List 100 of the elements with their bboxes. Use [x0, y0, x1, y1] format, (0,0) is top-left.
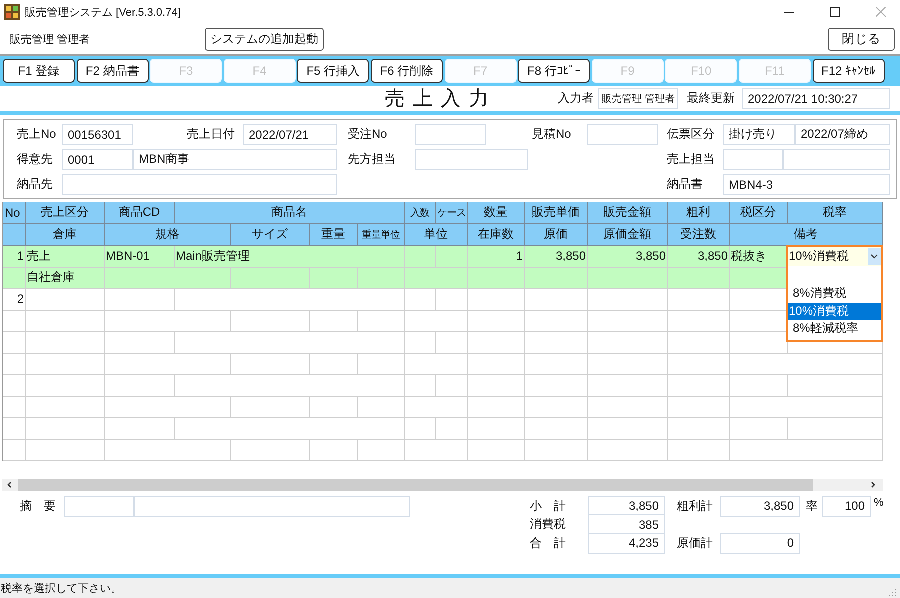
- table-cell: [405, 396, 468, 418]
- text-field[interactable]: [415, 124, 486, 145]
- table-cell: [668, 289, 730, 310]
- text-field[interactable]: MBN商事: [133, 149, 337, 170]
- value-field: 3,850: [588, 496, 665, 517]
- table-cell: [405, 310, 468, 332]
- dropdown-option[interactable]: 8%消費税: [788, 285, 881, 302]
- table-cell: [525, 289, 588, 310]
- function-key-button[interactable]: F8 行ｺﾋﾟｰ: [518, 59, 590, 83]
- tax-rate-combo[interactable]: 10%消費税: [788, 247, 881, 266]
- table-cell: [310, 440, 358, 461]
- table-cell: [668, 354, 730, 375]
- table-cell: 自社倉庫: [26, 268, 105, 289]
- table-cell: [525, 375, 588, 396]
- field-label: 小 計: [530, 498, 567, 515]
- status-text: 税率を選択して下さい。: [1, 582, 122, 596]
- text-field[interactable]: [134, 496, 410, 517]
- table-cell: [525, 440, 588, 461]
- entered-by-field: 販売管理 管理者: [598, 88, 678, 109]
- table-cell: [358, 310, 405, 332]
- field-label: 伝票区分: [666, 126, 716, 143]
- table-cell: [310, 310, 358, 332]
- table-cell: [668, 396, 730, 418]
- table-cell: [3, 396, 26, 418]
- table-cell: [3, 440, 26, 461]
- close-button[interactable]: 閉じる: [828, 28, 895, 50]
- table-cell: [105, 289, 175, 310]
- table-cell: [3, 310, 26, 332]
- table-cell: [405, 418, 436, 440]
- table-cell: [3, 354, 26, 375]
- table-cell: [525, 354, 588, 375]
- field-label: 得意先: [16, 151, 54, 168]
- value-field: 100: [822, 496, 871, 517]
- launch-button[interactable]: システムの追加起動: [205, 28, 324, 50]
- table-cell: [525, 268, 588, 289]
- table-cell: [468, 418, 525, 440]
- table-cell: [436, 375, 468, 396]
- dropdown-option[interactable]: 8%軽減税率: [788, 320, 881, 338]
- table-cell: [358, 440, 405, 461]
- close-icon[interactable]: [876, 7, 886, 17]
- table-cell: [468, 289, 525, 310]
- table-cell: [310, 396, 358, 418]
- dropdown-option[interactable]: 10%消費税: [788, 302, 881, 320]
- table-cell: [3, 418, 26, 440]
- text-field[interactable]: 2022/07/21: [243, 124, 337, 145]
- table-cell: [3, 332, 26, 354]
- function-key-button[interactable]: F12 ｷｬﾝｾﾙ: [812, 59, 885, 83]
- table-cell: [358, 268, 405, 289]
- text-field[interactable]: 2022/07締め: [795, 124, 890, 145]
- table-cell: [436, 289, 468, 310]
- text-field[interactable]: [783, 149, 890, 170]
- entered-by-label: 入力者: [558, 90, 595, 107]
- function-key-button[interactable]: F6 行削除: [370, 59, 443, 83]
- text-field[interactable]: [587, 124, 658, 145]
- text-field[interactable]: [62, 174, 337, 195]
- table-cell: [468, 440, 525, 461]
- table-cell: [730, 418, 788, 440]
- resize-grip-icon[interactable]: [887, 587, 897, 597]
- table-cell: [468, 310, 525, 332]
- field-label: 見積No: [531, 126, 572, 143]
- text-field[interactable]: 00156301: [62, 124, 133, 145]
- table-cell: [358, 354, 405, 375]
- field-label: 納品先: [16, 176, 54, 193]
- table-cell: [668, 375, 730, 396]
- table-cell: [525, 418, 588, 440]
- field-label: 消費税: [530, 516, 567, 534]
- table-cell: [310, 268, 358, 289]
- field-label: 原価計: [676, 534, 714, 552]
- last-updated-field: 2022/07/21 10:30:27: [742, 88, 890, 109]
- table-cell: [105, 332, 175, 354]
- function-key-button[interactable]: F1 登録: [3, 59, 75, 83]
- field-label: 売上日付: [186, 126, 236, 143]
- window-title: 販売管理システム [Ver.5.3.0.74]: [25, 6, 181, 20]
- function-key-button[interactable]: F2 納品書: [76, 59, 149, 83]
- text-field[interactable]: [64, 496, 134, 517]
- table-cell: [468, 375, 525, 396]
- table-cell: [310, 354, 358, 375]
- text-field[interactable]: MBN4-3: [723, 174, 890, 195]
- user-name: 販売管理 管理者: [9, 32, 92, 46]
- text-field[interactable]: [723, 149, 783, 170]
- text-field[interactable]: 掛け売り: [723, 124, 795, 145]
- table-cell: [436, 332, 468, 354]
- field-label: 摘 要: [20, 498, 57, 515]
- function-key-button[interactable]: F5 行挿入: [297, 59, 370, 83]
- field-label: 率: [805, 498, 819, 515]
- chevron-down-icon[interactable]: [868, 248, 881, 265]
- scroll-right-icon[interactable]: [869, 481, 877, 489]
- table-cell: [468, 332, 525, 354]
- field-label: 合 計: [530, 534, 567, 552]
- text-field[interactable]: 0001: [62, 149, 133, 170]
- table-cell: [3, 268, 26, 289]
- table-cell: [405, 354, 468, 375]
- text-field[interactable]: [415, 149, 528, 170]
- scroll-left-icon[interactable]: [6, 481, 14, 489]
- table-cell: [436, 418, 468, 440]
- table-cell: [405, 268, 468, 289]
- table-cell: [405, 375, 436, 396]
- table-cell: [3, 375, 26, 396]
- maximize-icon[interactable]: [830, 7, 840, 17]
- value-field: 3,850: [720, 496, 800, 517]
